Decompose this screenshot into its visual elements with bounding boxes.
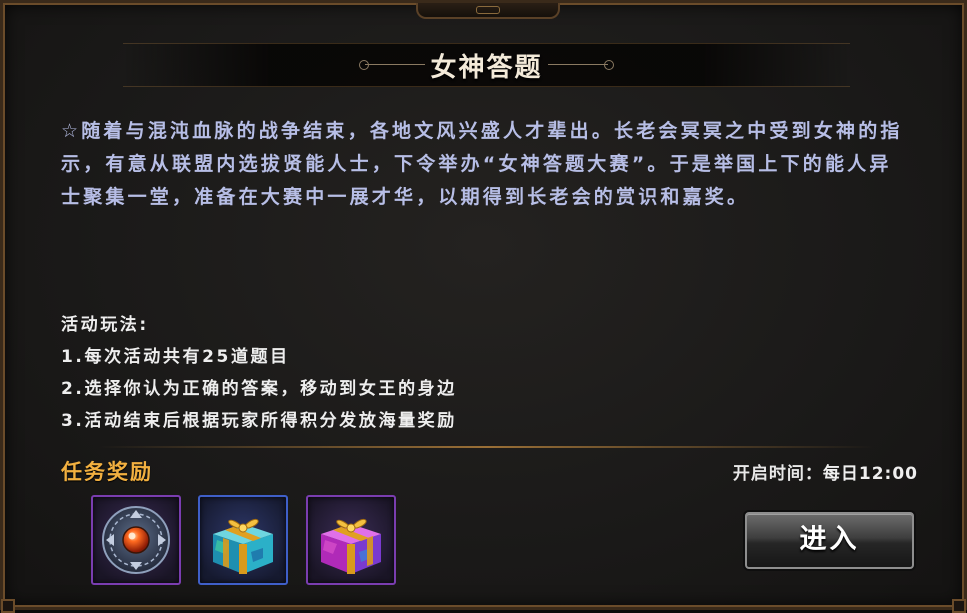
rule-item: 2.选择你认为正确的答案，移动到女王的身边 bbox=[61, 379, 457, 399]
rune-amulet-icon bbox=[102, 506, 170, 574]
rules-heading: 活动玩法: bbox=[61, 315, 149, 335]
event-description: ☆随着与混沌血脉的战争结束，各地文风兴盛人才辈出。长老会冥冥之中受到女神的指示，… bbox=[61, 120, 903, 208]
title-ornament-right bbox=[548, 60, 614, 70]
open-time-value: 每日12:00 bbox=[822, 464, 918, 484]
reward-slot[interactable] bbox=[306, 495, 396, 585]
title-bar: 女神答题 bbox=[123, 43, 850, 87]
reward-slot[interactable] bbox=[91, 495, 181, 585]
rewards-title: 任务奖励 bbox=[61, 460, 153, 484]
rule-item: 3.活动结束后根据玩家所得积分发放海量奖励 bbox=[61, 411, 457, 431]
blue-gift-box-icon bbox=[213, 518, 273, 574]
rules-section: 活动玩法: 1.每次活动共有25道题目 2.选择你认为正确的答案，移动到女王的身… bbox=[61, 309, 761, 437]
open-time: 开启时间：每日12:00 bbox=[733, 459, 918, 484]
event-dialog: 女神答题 ☆随着与混沌血脉的战争结束，各地文风兴盛人才辈出。长老会冥冥之中受到女… bbox=[0, 0, 967, 613]
enter-button[interactable]: 进入 bbox=[745, 512, 914, 569]
reward-slot[interactable] bbox=[198, 495, 288, 585]
section-divider bbox=[98, 446, 875, 448]
top-ornament bbox=[416, 3, 560, 19]
corner-ornament bbox=[952, 599, 966, 613]
corner-ornament bbox=[1, 599, 15, 613]
purple-gift-box-icon bbox=[321, 518, 381, 574]
dialog-title: 女神答题 bbox=[430, 53, 543, 83]
open-time-label: 开启时间： bbox=[732, 464, 823, 484]
rule-item: 1.每次活动共有25道题目 bbox=[61, 347, 290, 367]
